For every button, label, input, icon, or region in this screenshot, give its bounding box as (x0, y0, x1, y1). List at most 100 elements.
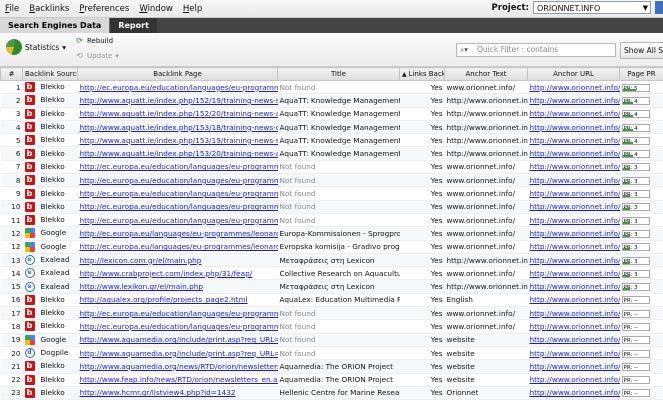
table-row[interactable]: 22bBlekkohttp://www.feap.info/news/RTD/o… (1, 373, 663, 386)
table-row[interactable]: 17bBlekkohttp://ec.europa.eu/education/l… (1, 307, 663, 320)
backlink-page-link[interactable]: http://ec.europa.eu/languages/eu-program… (80, 229, 278, 238)
anchor-url-link[interactable]: http://www.orionnet.info/ (530, 322, 620, 331)
anchor-url-link[interactable]: http://www.orionnet.info/ (530, 349, 620, 358)
table-row[interactable]: 14eExaleadhttp://www.crabproject.com/ind… (1, 267, 663, 280)
backlink-page[interactable]: http://ec.europa.eu/languages/eu-program… (78, 240, 278, 253)
anchor-url[interactable]: http://www.orionnet.info/ (528, 94, 620, 107)
backlink-page-link[interactable]: http://www.aquatt.ie/index.php/153/19/tr… (80, 136, 278, 145)
backlink-page[interactable]: http://www.aquamedia.org/news/RTD/orion/… (78, 360, 278, 373)
backlink-page-link[interactable]: http://ec.europa.eu/education/languages/… (80, 216, 278, 225)
project-dropdown[interactable]: ORIONNET.INFO ▼ (533, 1, 651, 14)
backlink-page[interactable]: http://ec.europa.eu/education/languages/… (78, 213, 278, 226)
backlink-page[interactable]: http://ec.europa.eu/education/languages/… (78, 307, 278, 320)
anchor-url-link[interactable]: http://www.orionnet.info/... (530, 256, 620, 265)
backlink-page[interactable]: http://www.aquatt.ie/index.php/153/20/tr… (78, 147, 278, 160)
col-page-pr[interactable]: Page PR (620, 68, 663, 81)
anchor-url[interactable]: http://www.orionnet.info/ (528, 81, 620, 94)
backlink-page-link[interactable]: http://www.aquamedia.org/news/RTD/orion/… (80, 362, 278, 371)
table-row[interactable]: 19gGooglehttp://www.aquamedia.org/includ… (1, 333, 663, 346)
anchor-url[interactable]: http://www.orionnet.info/ (528, 227, 620, 240)
anchor-url[interactable]: http://www.orionnet.info/ (528, 160, 620, 173)
quick-filter-input[interactable]: ⌕▾ Quick Filter : contains (456, 43, 616, 57)
statistics-button[interactable]: Statistics ▾ (6, 39, 66, 55)
backlink-page[interactable]: http://ec.europa.eu/education/languages/… (78, 187, 278, 200)
table-row[interactable]: 1bBlekkohttp://ec.europa.eu/education/la… (1, 81, 663, 94)
show-all-dropdown[interactable]: Show All Se (620, 42, 663, 59)
anchor-url[interactable]: http://www.orionnet.info/ (528, 213, 620, 226)
update-button[interactable]: ⟲ Update ▾ (75, 51, 119, 60)
anchor-url[interactable]: http://www.orionnet.info/ (528, 320, 620, 333)
backlink-page-link[interactable]: http://www.lexikon.gr/el/main.php (80, 282, 204, 291)
table-row[interactable]: 5bBlekkohttp://www.aquatt.ie/index.php/1… (1, 134, 663, 147)
backlink-page-link[interactable]: http://lexicon.com.gr/el/main.php (80, 256, 202, 265)
backlink-page[interactable]: http://www.aquatt.ie/index.php/152/19/tr… (78, 94, 278, 107)
backlink-page-link[interactable]: http://www.aquatt.ie/index.php/153/20/tr… (80, 149, 278, 158)
menu-item-backlinks[interactable]: Backlinks (24, 4, 74, 14)
anchor-url-link[interactable]: http://www.orionnet.info/ (530, 96, 620, 105)
anchor-url-link[interactable]: http://www.orionnet.info/ (530, 362, 620, 371)
anchor-url-link[interactable]: http://www.orionnet.info/ (530, 216, 620, 225)
anchor-url[interactable]: http://www.orionnet.info/ (528, 373, 620, 386)
table-row[interactable]: 16bBlekkohttp://aqualex.org/profile/proj… (1, 293, 663, 306)
table-row[interactable]: 12gGooglehttp://ec.europa.eu/languages/e… (1, 240, 663, 253)
backlink-page-link[interactable]: http://www.aquamedia.org/include/print.a… (80, 349, 278, 358)
anchor-url-link[interactable]: http://www.orionnet.info/ (530, 162, 620, 171)
anchor-url-link[interactable]: http://www.orionnet.info/ (530, 123, 620, 132)
backlink-page-link[interactable]: http://www.crabproject.com/index.php/31/… (80, 269, 253, 278)
table-row[interactable]: 21bBlekkohttp://www.aquamedia.org/news/R… (1, 360, 663, 373)
col-anchor-text[interactable]: Anchor Text (445, 68, 528, 81)
backlink-page[interactable]: http://ec.europa.eu/education/languages/… (78, 200, 278, 213)
anchor-url[interactable]: http://www.orionnet.info/ (528, 386, 620, 399)
project-button[interactable] (655, 1, 663, 14)
anchor-url-link[interactable]: http://www.orionnet.info/ (530, 309, 620, 318)
table-row[interactable]: 3bBlekkohttp://www.aquatt.ie/index.php/1… (1, 107, 663, 120)
anchor-url[interactable]: http://www.orionnet.info/ (528, 360, 620, 373)
backlink-page[interactable]: http://ec.europa.eu/languages/eu-program… (78, 227, 278, 240)
anchor-url[interactable]: http://www.orionnet.info/ (528, 346, 620, 359)
backlink-page[interactable]: http://www.aquatt.ie/index.php/153/18/tr… (78, 120, 278, 133)
anchor-url-link[interactable]: http://www.orionnet.info/ (530, 229, 620, 238)
table-row[interactable]: 15eExaleadhttp://www.lexikon.gr/el/main.… (1, 280, 663, 293)
anchor-url-link[interactable]: http://www.orionnet.info/ (530, 202, 620, 211)
backlink-page[interactable]: http://www.aquatt.ie/index.php/152/20/tr… (78, 107, 278, 120)
table-row[interactable]: 18bBlekkohttp://ec.europa.eu/education/l… (1, 320, 663, 333)
col-title[interactable]: Title (278, 68, 400, 81)
table-row[interactable]: 12gGooglehttp://ec.europa.eu/languages/e… (1, 227, 663, 240)
backlink-page[interactable]: http://www.hcmr.gr/listview4.php?id=1432 (78, 386, 278, 399)
anchor-url[interactable]: http://www.orionnet.info/ (528, 120, 620, 133)
backlink-page[interactable]: http://www.aquatt.ie/index.php/153/19/tr… (78, 134, 278, 147)
backlink-page[interactable]: http://lexicon.com.gr/el/main.php (78, 253, 278, 266)
anchor-url-link[interactable]: http://www.orionnet.info/ (530, 335, 620, 344)
anchor-url-link[interactable]: http://www.orionnet.info/ (530, 83, 620, 92)
backlink-page[interactable]: http://ec.europa.eu/education/languages/… (78, 81, 278, 94)
backlink-page-link[interactable]: http://www.aquatt.ie/index.php/152/19/tr… (80, 96, 278, 105)
anchor-url[interactable]: http://www.orionnet.info/ (528, 267, 620, 280)
table-row[interactable]: 13eExaleadhttp://lexicon.com.gr/el/main.… (1, 253, 663, 266)
table-row[interactable]: 2bBlekkohttp://www.aquatt.ie/index.php/1… (1, 94, 663, 107)
backlink-page-link[interactable]: http://ec.europa.eu/education/languages/… (80, 162, 278, 171)
table-row[interactable]: 4bBlekkohttp://www.aquatt.ie/index.php/1… (1, 120, 663, 133)
anchor-url-link[interactable]: http://www.orionnet.info/ (530, 176, 620, 185)
backlink-page[interactable]: http://www.crabproject.com/index.php/31/… (78, 267, 278, 280)
backlink-page[interactable]: http://www.feap.info/news/RTD/orion/news… (78, 373, 278, 386)
anchor-url[interactable]: http://www.orionnet.info/ (528, 107, 620, 120)
table-row[interactable]: 23bBlekkohttp://www.hcmr.gr/listview4.ph… (1, 386, 663, 399)
anchor-url[interactable]: http://www.orionnet.info/... (528, 253, 620, 266)
backlink-page-link[interactable]: http://ec.europa.eu/education/languages/… (80, 83, 278, 92)
backlink-page-link[interactable]: http://www.aquatt.ie/index.php/153/18/tr… (80, 123, 278, 132)
table-row[interactable]: 11bBlekkohttp://ec.europa.eu/education/l… (1, 213, 663, 226)
menu-item-preferences[interactable]: Preferences (74, 4, 134, 14)
anchor-url[interactable]: http://www.orionnet.info/ (528, 307, 620, 320)
anchor-url-link[interactable]: http://www.orionnet.info/ (530, 242, 620, 251)
backlink-page[interactable]: http://ec.europa.eu/education/languages/… (78, 320, 278, 333)
anchor-url-link[interactable]: http://www.orionnet.info/ (530, 375, 620, 384)
anchor-url[interactable]: http://www.orionnet.info/ (528, 293, 620, 306)
backlink-page-link[interactable]: http://www.hcmr.gr/listview4.php?id=1432 (80, 388, 236, 397)
table-row[interactable]: 6bBlekkohttp://www.aquatt.ie/index.php/1… (1, 147, 663, 160)
tab-report[interactable]: Report (109, 18, 157, 33)
backlink-page[interactable]: http://www.aquamedia.org/include/print.a… (78, 346, 278, 359)
backlink-page[interactable]: http://aqualex.org/profile/projects_page… (78, 293, 278, 306)
backlink-page[interactable]: http://ec.europa.eu/education/languages/… (78, 174, 278, 187)
anchor-url[interactable]: http://www.orionnet.info/... (528, 280, 620, 293)
anchor-url[interactable]: http://www.orionnet.info/ (528, 134, 620, 147)
